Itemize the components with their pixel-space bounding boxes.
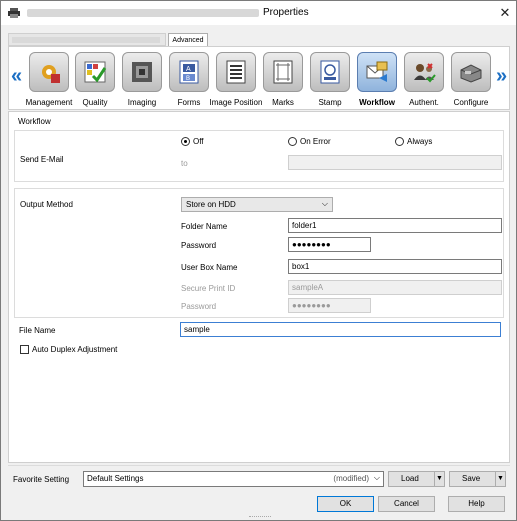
workflow-button[interactable] (357, 52, 397, 92)
password-field[interactable]: ●●●●●●●● (288, 237, 371, 252)
user-box-field[interactable]: box1 (288, 259, 502, 274)
forms-icon: AB (177, 60, 201, 84)
tab-label-redacted (12, 37, 160, 43)
configure-label: Configure (453, 98, 489, 107)
workflow-panel: Workflow Send E-Mail Off On Error Always… (8, 111, 510, 463)
password-label: Password (181, 241, 217, 250)
secure-password-label: Password (181, 302, 217, 311)
printer-name-redacted (27, 9, 259, 17)
file-name-field[interactable]: sample (180, 322, 501, 337)
output-method-label: Output Method (20, 200, 73, 209)
management-icon (37, 60, 61, 84)
authentication-button[interactable] (404, 52, 444, 92)
configure-icon (459, 60, 483, 84)
tab-advanced[interactable]: Advanced (168, 33, 208, 47)
scroll-right-icon[interactable]: » (496, 65, 507, 88)
management-button[interactable] (29, 52, 69, 92)
favorite-label: Favorite Setting (13, 475, 70, 484)
load-button[interactable]: Load ▼ (388, 471, 445, 487)
favorite-bar: Favorite Setting Default Settings (modif… (8, 465, 510, 489)
chevron-down-icon: ⌵ (373, 473, 380, 482)
workflow-icon (365, 60, 389, 84)
image-position-icon (224, 60, 248, 84)
marks-button[interactable] (263, 52, 303, 92)
stamp-button[interactable] (310, 52, 350, 92)
radio-on-error-label: On Error (300, 137, 331, 146)
save-dropdown-icon[interactable]: ▼ (495, 472, 505, 486)
printer-icon (8, 8, 20, 18)
email-to-field[interactable] (288, 155, 502, 170)
auto-duplex-label: Auto Duplex Adjustment (32, 345, 118, 354)
imaging-icon (130, 60, 154, 84)
title-bar: Properties ✕ (1, 1, 516, 25)
svg-text:A: A (186, 66, 191, 73)
save-label: Save (462, 474, 481, 483)
save-button[interactable]: Save ▼ (449, 471, 506, 487)
cancel-button[interactable]: Cancel (378, 496, 435, 512)
marks-icon (271, 60, 295, 84)
load-label: Load (401, 474, 419, 483)
ok-button[interactable]: OK (317, 496, 374, 512)
radio-always[interactable] (395, 137, 404, 146)
section-title: Workflow (18, 117, 51, 126)
forms-button[interactable]: AB (169, 52, 209, 92)
chevron-down-icon: ⌵ (321, 199, 328, 208)
quality-button[interactable] (75, 52, 115, 92)
folder-name-label: Folder Name (181, 222, 228, 231)
radio-off[interactable] (181, 137, 190, 146)
authentication-icon (412, 60, 436, 84)
output-method-group: Output Method Store on HDD ⌵ Folder Name… (14, 188, 504, 318)
send-email-group: Send E-Mail Off On Error Always to (14, 130, 504, 182)
quality-icon (83, 60, 107, 84)
tab-basic[interactable] (8, 33, 166, 46)
properties-window: Properties ✕ Advanced « » Management Qua… (0, 0, 517, 521)
category-ribbon: « » Management Quality Imaging AB Forms … (8, 46, 510, 110)
image-position-button[interactable] (216, 52, 256, 92)
favorite-select[interactable]: Default Settings (modified) ⌵ (83, 471, 384, 487)
svg-text:B: B (186, 76, 190, 82)
stamp-icon (318, 60, 342, 84)
secure-password-field[interactable]: ●●●●●●●● (288, 298, 371, 313)
configure-button[interactable] (451, 52, 491, 92)
radio-always-label: Always (407, 137, 433, 146)
secure-print-label: Secure Print ID (181, 284, 236, 293)
resize-grip (249, 516, 271, 520)
favorite-value: Default Settings (87, 474, 144, 483)
modified-indicator: (modified) (333, 474, 369, 483)
send-email-label: Send E-Mail (20, 155, 64, 164)
output-method-select[interactable]: Store on HDD ⌵ (181, 197, 333, 212)
load-dropdown-icon[interactable]: ▼ (434, 472, 444, 486)
close-icon[interactable]: ✕ (497, 5, 513, 21)
auto-duplex-checkbox[interactable] (20, 345, 29, 354)
window-title: Properties (263, 7, 309, 18)
file-name-label: File Name (19, 326, 56, 335)
imaging-button[interactable] (122, 52, 162, 92)
scroll-left-icon[interactable]: « (11, 65, 22, 88)
radio-off-label: Off (193, 137, 204, 146)
tab-strip: Advanced (8, 33, 510, 47)
secure-print-field[interactable]: sampleA (288, 280, 502, 295)
folder-name-field[interactable]: folder1 (288, 218, 502, 233)
help-button[interactable]: Help (448, 496, 505, 512)
radio-on-error[interactable] (288, 137, 297, 146)
user-box-label: User Box Name (181, 263, 238, 272)
to-label: to (181, 159, 188, 168)
output-method-value: Store on HDD (186, 200, 236, 209)
